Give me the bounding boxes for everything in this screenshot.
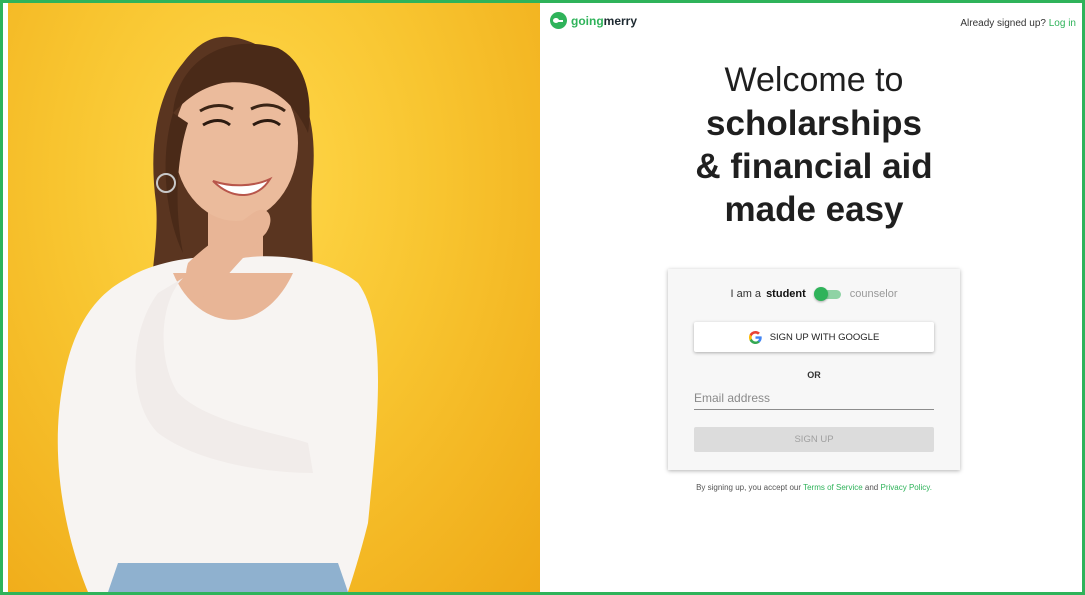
- google-signup-label: SIGN UP WITH GOOGLE: [769, 331, 880, 343]
- logo-text-going: going: [571, 13, 604, 28]
- role-selector: I am a student counselor: [668, 287, 960, 301]
- signup-card: I am a student counselor SIGN UP WITH GO…: [668, 269, 960, 470]
- headline-line-4: made easy: [724, 190, 904, 229]
- terms-notice: By signing up, you accept our Terms of S…: [540, 483, 1082, 492]
- login-prompt: Already signed up? Log in: [960, 18, 1076, 29]
- role-counselor-label[interactable]: counselor: [850, 288, 898, 300]
- role-toggle[interactable]: [813, 287, 842, 301]
- terms-prefix: By signing up, you accept our: [696, 483, 802, 492]
- email-input[interactable]: [694, 387, 934, 410]
- terms-of-service-link[interactable]: Terms of Service: [803, 483, 863, 492]
- hero-photo: [8, 3, 540, 592]
- hero-illustration: [57, 36, 378, 592]
- signup-panel: going merry Already signed up? Log in We…: [540, 3, 1082, 592]
- login-link[interactable]: Log in: [1049, 18, 1076, 29]
- logo-text-merry: merry: [603, 13, 638, 28]
- headline-line-1: Welcome to: [724, 61, 904, 99]
- role-student-label[interactable]: student: [766, 288, 806, 300]
- toggle-knob: [813, 287, 828, 301]
- or-divider: OR: [807, 370, 821, 380]
- already-signed-up-text: Already signed up?: [960, 18, 1046, 29]
- role-prefix: I am a: [730, 288, 762, 300]
- page-frame: going merry Already signed up? Log in We…: [3, 3, 1082, 592]
- google-g-icon: [748, 330, 762, 344]
- signup-button[interactable]: SIGN UP: [694, 427, 934, 452]
- google-signup-button[interactable]: SIGN UP WITH GOOGLE: [694, 322, 934, 352]
- goingmerry-logo[interactable]: going merry: [550, 12, 637, 29]
- key-icon: [550, 12, 567, 29]
- terms-and: and: [864, 483, 879, 492]
- headline-line-2: scholarships: [706, 104, 922, 143]
- headline-line-3: & financial aid: [695, 147, 933, 186]
- privacy-policy-link[interactable]: Privacy Policy.: [881, 483, 932, 492]
